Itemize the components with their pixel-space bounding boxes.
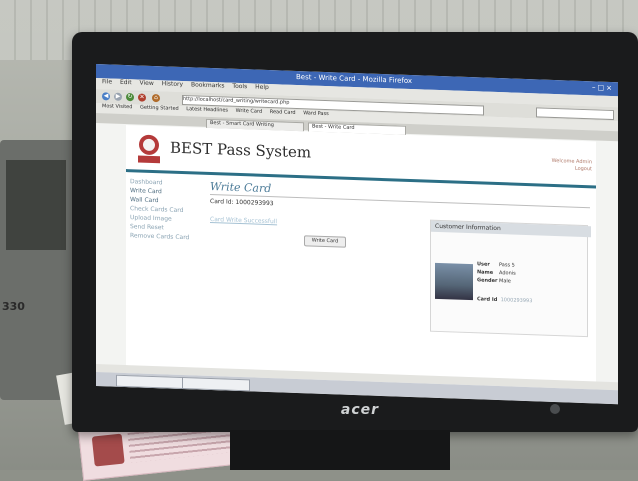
header-user-area: Welcome Admin Logout [516, 157, 592, 180]
web-page: BEST Pass System Welcome Admin Logout Da… [126, 125, 596, 392]
bookmark-write-card[interactable]: Write Card [236, 108, 263, 115]
sidebar-item-remove-cards[interactable]: Remove Cards Card [130, 231, 204, 243]
customer-info-panel: Customer Information User Pass 5 Name Adon… [430, 219, 591, 338]
taskbar-item-browser[interactable] [116, 374, 184, 390]
menu-edit[interactable]: Edit [120, 79, 132, 86]
sidebar: Dashboard Write Card Wall Card Check Car… [130, 177, 204, 330]
home-icon[interactable]: ⌂ [152, 93, 160, 103]
window-controls[interactable]: –□× [584, 83, 614, 94]
write-card-button[interactable]: Write Card [304, 235, 346, 248]
stop-icon[interactable]: ✕ [138, 93, 146, 102]
card-number-value: 1000293993 [500, 297, 533, 305]
menu-bookmarks[interactable]: Bookmarks [191, 81, 225, 89]
desk-device-label: 330 [2, 300, 25, 313]
menu-history[interactable]: History [162, 80, 183, 88]
card-id-label: Card Id: 1000293993 [210, 197, 274, 208]
menu-help[interactable]: Help [255, 84, 269, 91]
best-logo-icon [138, 134, 160, 164]
field-value: Pass 5 [499, 262, 515, 269]
bookmark-most-visited[interactable]: Most Visited [102, 103, 132, 110]
field-value: Adonis [499, 270, 516, 277]
card-number-label: Card Id [477, 296, 498, 304]
monitor-screen: Best - Write Card - Mozilla Firefox –□× … [96, 64, 618, 405]
bookmark-read-card[interactable]: Read Card [270, 109, 296, 116]
desk-device-screen [6, 160, 66, 250]
site-title: BEST Pass System [170, 138, 312, 162]
bookmark-latest-headlines[interactable]: Latest Headlines [186, 106, 228, 113]
menu-tools[interactable]: Tools [232, 83, 247, 91]
field-value: Male [499, 278, 511, 285]
menu-file[interactable]: File [102, 78, 112, 85]
bookmark-getting-started[interactable]: Getting Started [140, 105, 179, 112]
forward-icon[interactable]: ▶ [114, 92, 122, 101]
field-label: Gender [477, 277, 498, 285]
logout-link[interactable]: Logout [516, 164, 592, 174]
power-button[interactable] [550, 404, 560, 414]
info-panel-header: Customer Information [431, 220, 591, 238]
customer-photo [435, 262, 473, 301]
menu-view[interactable]: View [140, 80, 154, 87]
card-status-link[interactable]: Card Write Successfull [210, 216, 350, 229]
monitor-brand-logo: acer [340, 402, 380, 418]
back-icon[interactable]: ◀ [102, 92, 110, 101]
id-card-photo [91, 433, 125, 467]
monitor-stand [230, 430, 450, 470]
reload-icon[interactable]: ↻ [126, 93, 134, 102]
bookmark-ward-pass[interactable]: Ward Pass [303, 110, 328, 117]
taskbar-item-window[interactable] [182, 377, 250, 392]
